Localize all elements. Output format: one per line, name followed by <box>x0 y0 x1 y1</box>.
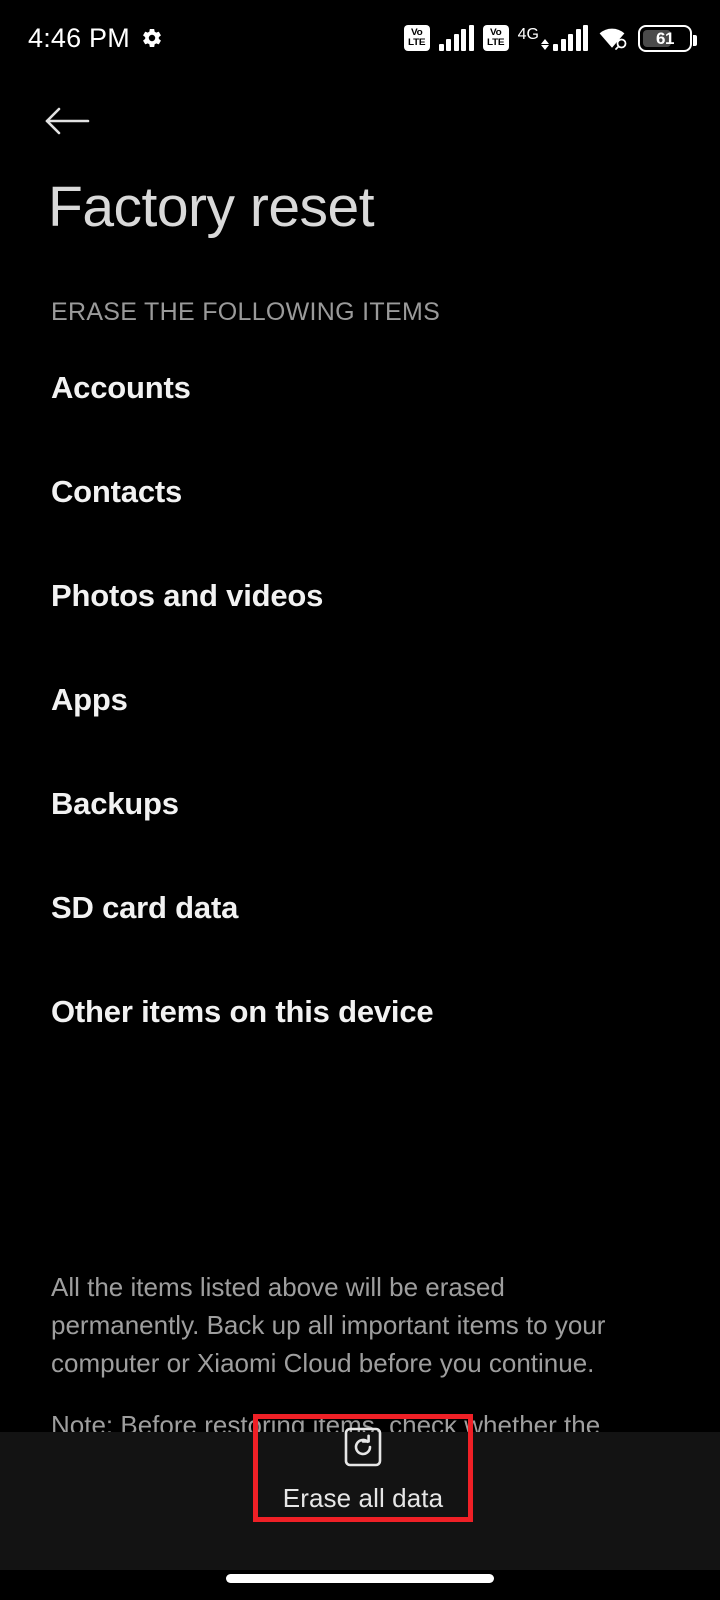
volte-sim1-icon: Vo LTE <box>403 25 430 51</box>
volte-sim2-bottom: LTE <box>487 37 505 48</box>
battery-level-label: 61 <box>655 28 675 48</box>
signal-sim1-icon <box>438 25 474 51</box>
erase-items-list: Accounts Contacts Photos and videos Apps… <box>51 370 691 1098</box>
reset-icon <box>344 1427 382 1466</box>
data-transfer-arrows-icon <box>541 25 549 51</box>
wifi-icon <box>599 28 627 50</box>
list-item[interactable]: Accounts <box>51 370 691 474</box>
page-title: Factory reset <box>48 175 375 239</box>
list-item[interactable]: Other items on this device <box>51 994 691 1098</box>
volte-sim1-bottom: LTE <box>408 37 426 48</box>
back-button[interactable] <box>44 92 102 150</box>
list-item[interactable]: Apps <box>51 682 691 786</box>
back-arrow-icon <box>45 107 90 135</box>
list-item[interactable]: Backups <box>51 786 691 890</box>
list-item[interactable]: Photos and videos <box>51 578 691 682</box>
battery-icon: 61 <box>638 24 697 52</box>
section-heading: ERASE THE FOLLOWING ITEMS <box>51 298 441 326</box>
erase-all-data-button[interactable]: Erase all data <box>257 1419 469 1519</box>
status-bar-left: 4:46 PM <box>28 23 163 54</box>
signal-sim2-group: 4G <box>518 25 588 51</box>
erase-all-data-label: Erase all data <box>282 1482 444 1513</box>
status-bar: 4:46 PM Vo LTE Vo LTE 4G 61 <box>0 0 720 76</box>
status-bar-right: Vo LTE Vo LTE 4G 61 <box>403 24 697 52</box>
gear-icon <box>143 29 161 47</box>
volte-sim2-icon: Vo LTE <box>482 25 509 51</box>
home-gesture-pill[interactable] <box>226 1574 494 1583</box>
signal-sim2-icon <box>553 25 588 51</box>
list-item[interactable]: Contacts <box>51 474 691 578</box>
network-type-label: 4G <box>517 26 539 43</box>
status-time: 4:46 PM <box>28 22 130 53</box>
footer-paragraph: All the items listed above will be erase… <box>51 1272 606 1378</box>
list-item[interactable]: SD card data <box>51 890 691 994</box>
phone-screen: 4:46 PM Vo LTE Vo LTE 4G 61 Factory rese… <box>0 0 720 1600</box>
